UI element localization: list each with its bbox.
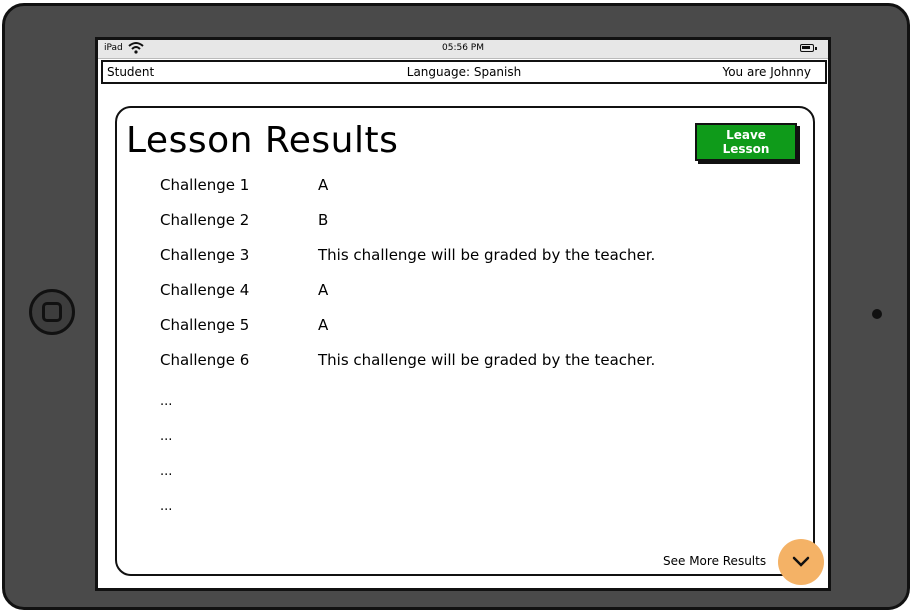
see-more-label[interactable]: See More Results xyxy=(663,554,766,568)
challenge-name: Challenge 2 xyxy=(160,211,250,229)
result-row: Challenge 1 A xyxy=(160,176,328,211)
see-more-button[interactable] xyxy=(778,539,824,585)
challenge-name: Challenge 3 xyxy=(160,246,250,264)
status-bar: iPad 05:56 PM xyxy=(98,40,828,59)
challenge-name: Challenge 5 xyxy=(160,316,250,334)
more-placeholder: ... xyxy=(160,464,173,479)
result-row: Challenge 4 A xyxy=(160,281,328,316)
page-title: Lesson Results xyxy=(126,120,399,161)
result-row: Challenge 2 B xyxy=(160,211,328,246)
challenge-name: Challenge 1 xyxy=(160,176,250,194)
challenge-name: Challenge 6 xyxy=(160,351,250,369)
result-row: Challenge 5 A xyxy=(160,316,328,351)
challenge-grade: This challenge will be graded by the tea… xyxy=(318,351,656,369)
top-bar: Student Language: Spanish You are Johnny xyxy=(101,60,827,84)
user-label: You are Johnny xyxy=(722,65,811,79)
result-row: Challenge 6 This challenge will be grade… xyxy=(160,351,655,386)
more-placeholder: ... xyxy=(160,499,173,514)
results-panel: Lesson Results Leave Lesson Challenge 1 … xyxy=(115,106,824,585)
language-label: Language: Spanish xyxy=(406,65,522,79)
challenge-grade: B xyxy=(318,211,329,229)
battery-icon xyxy=(800,44,817,52)
more-placeholder: ... xyxy=(160,429,173,444)
chevron-down-icon xyxy=(792,556,810,567)
camera-dot xyxy=(872,309,882,319)
home-button[interactable] xyxy=(29,289,75,335)
clock: 05:56 PM xyxy=(442,43,484,53)
screen: iPad 05:56 PM Student Language: Spanish … xyxy=(95,37,831,591)
challenge-grade: A xyxy=(318,176,329,194)
challenge-grade: This challenge will be graded by the tea… xyxy=(318,246,656,264)
ipad-frame: iPad 05:56 PM Student Language: Spanish … xyxy=(2,3,910,610)
challenge-grade: A xyxy=(318,316,329,334)
result-row: Challenge 3 This challenge will be grade… xyxy=(160,246,655,281)
challenge-name: Challenge 4 xyxy=(160,281,250,299)
leave-lesson-button[interactable]: Leave Lesson xyxy=(695,123,797,161)
more-placeholder: ... xyxy=(160,394,173,409)
challenge-grade: A xyxy=(318,281,329,299)
results-list: Challenge 1 A Challenge 2 B Challenge 3 … xyxy=(160,176,655,526)
